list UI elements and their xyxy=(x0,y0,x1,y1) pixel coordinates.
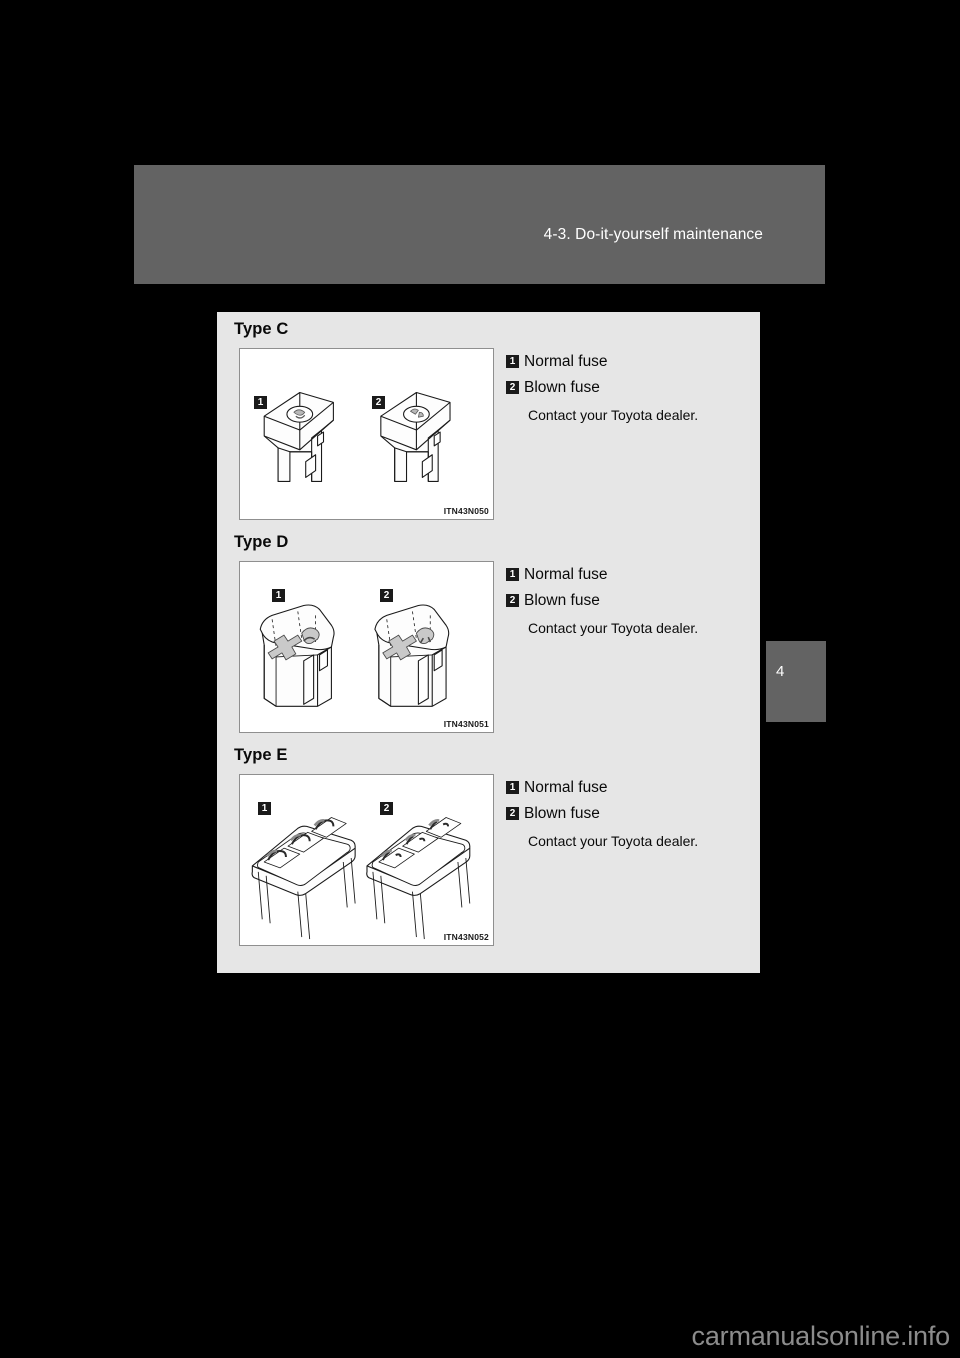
section-heading: Type E xyxy=(234,746,288,764)
callout-marker: 2 xyxy=(506,594,519,608)
figure-marker-2: 2 xyxy=(380,589,393,602)
callout-list: 1 Normal fuse 2 Blown fuse Contact your … xyxy=(506,350,750,426)
figure-type-e: 1 2 ITN43N052 xyxy=(239,774,494,946)
figure-type-c: 1 2 ITN43N050 xyxy=(239,348,494,520)
callout-item: 1 Normal fuse xyxy=(506,350,750,374)
callout-note: Contact your Toyota dealer. xyxy=(528,407,699,424)
callout-label: Normal fuse xyxy=(524,566,608,583)
section-heading: Type C xyxy=(234,320,289,338)
figure-marker-1: 1 xyxy=(258,802,271,815)
callout-item: 1 Normal fuse xyxy=(506,563,750,587)
callout-item: 2 Blown fuse xyxy=(506,376,750,400)
page-header-title: 4-3. Do-it-yourself maintenance xyxy=(543,226,763,243)
callout-list: 1 Normal fuse 2 Blown fuse Contact your … xyxy=(506,776,750,852)
callout-note: Contact your Toyota dealer. xyxy=(528,620,699,637)
site-watermark: carmanualsonline.info xyxy=(691,1321,951,1351)
callout-marker: 1 xyxy=(506,781,519,794)
content-panel: Type C 1 2 ITN43N050 1 Normal fuse 2 Blo… xyxy=(217,312,760,973)
callout-marker: 1 xyxy=(506,355,519,368)
callout-list: 1 Normal fuse 2 Blown fuse Contact your … xyxy=(506,563,750,639)
page-header-band: 4-3. Do-it-yourself maintenance xyxy=(134,165,825,284)
callout-note: Contact your Toyota dealer. xyxy=(528,833,699,850)
callout-marker: 2 xyxy=(506,381,519,395)
callout-label: Blown fuse xyxy=(524,805,600,823)
callout-marker: 1 xyxy=(506,568,519,581)
callout-item: 2 Blown fuse xyxy=(506,589,750,613)
chapter-tab: 4 xyxy=(766,641,826,722)
figure-type-d: 1 2 ITN43N051 xyxy=(239,561,494,733)
callout-marker: 2 xyxy=(506,807,519,821)
figure-code: ITN43N050 xyxy=(443,506,489,516)
callout-label: Blown fuse xyxy=(524,379,600,397)
figure-marker-1: 1 xyxy=(272,589,285,602)
chapter-tab-number: 4 xyxy=(776,663,785,680)
figure-code: ITN43N052 xyxy=(443,932,489,942)
figure-marker-2: 2 xyxy=(380,802,393,815)
figure-marker-1: 1 xyxy=(254,396,267,409)
callout-label: Normal fuse xyxy=(524,779,608,796)
callout-item: 2 Blown fuse xyxy=(506,802,750,826)
figure-marker-2: 2 xyxy=(372,396,385,409)
callout-label: Normal fuse xyxy=(524,353,608,370)
callout-label: Blown fuse xyxy=(524,592,600,610)
callout-item: 1 Normal fuse xyxy=(506,776,750,800)
figure-code: ITN43N051 xyxy=(443,719,489,729)
section-heading: Type D xyxy=(234,533,289,551)
